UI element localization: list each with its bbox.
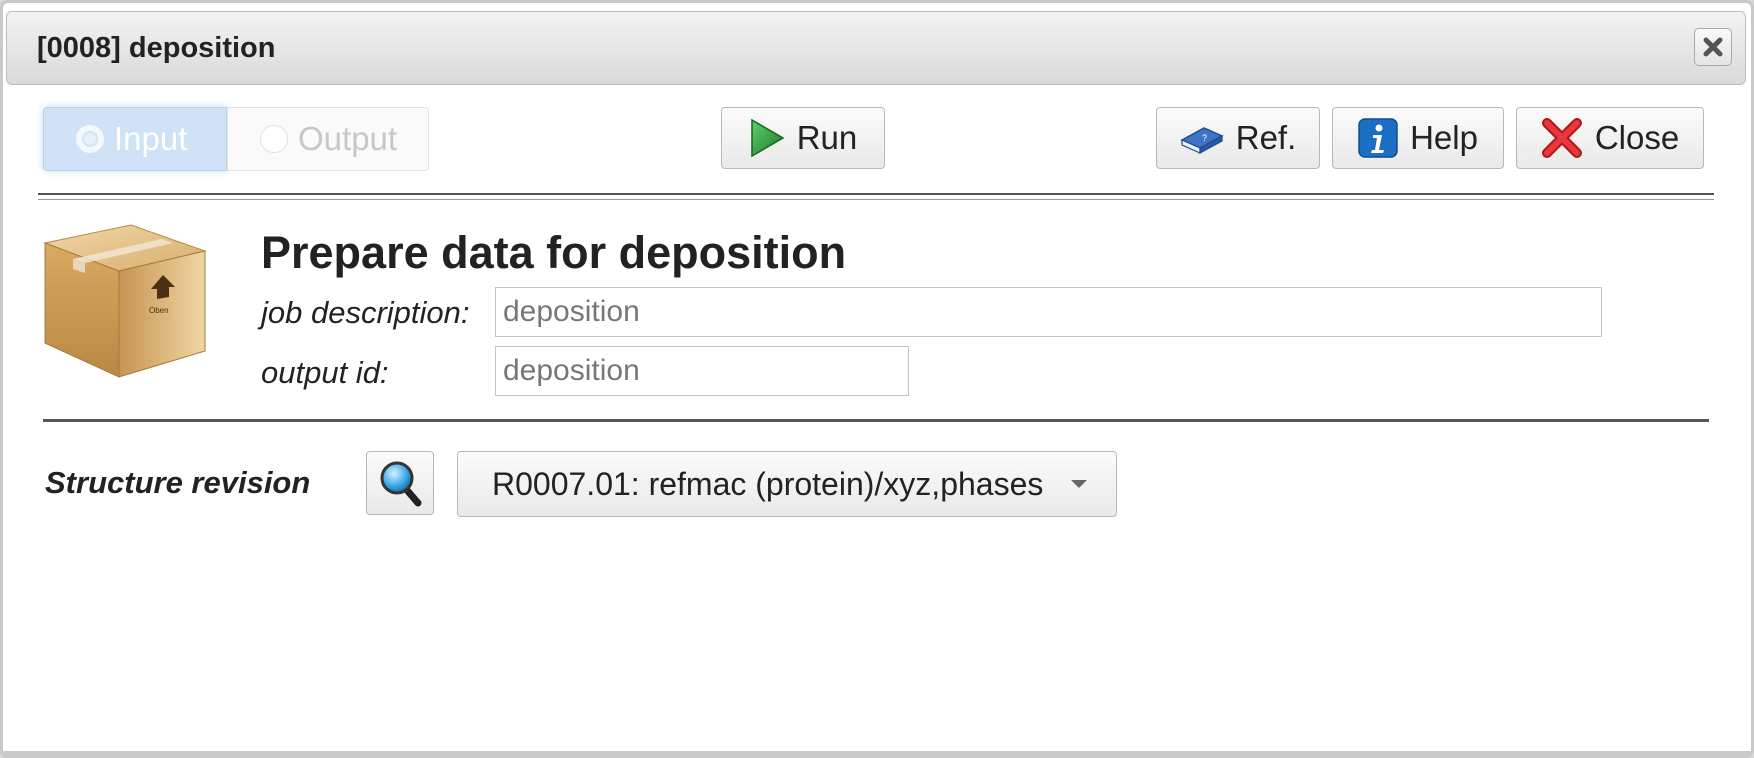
section-divider bbox=[43, 419, 1709, 422]
box-stamp: Oben bbox=[149, 306, 169, 315]
job-dialog: [0008] deposition Input Output Run ? Ref… bbox=[0, 0, 1754, 758]
structure-revision-select[interactable]: R0007.01: refmac (protein)/xyz,phases bbox=[457, 451, 1117, 517]
help-label: Help bbox=[1410, 119, 1478, 156]
info-icon bbox=[1358, 118, 1398, 158]
run-button[interactable]: Run bbox=[721, 107, 885, 169]
tab-input[interactable]: Input bbox=[43, 107, 227, 171]
search-icon bbox=[380, 461, 422, 507]
inspect-button[interactable] bbox=[366, 451, 434, 515]
radio-icon bbox=[76, 125, 104, 153]
ref-button[interactable]: ? Ref. bbox=[1156, 107, 1320, 169]
output-id-input[interactable] bbox=[495, 346, 909, 396]
svg-text:?: ? bbox=[1202, 133, 1207, 143]
job-description-label: job description: bbox=[261, 295, 470, 330]
toolbar-divider bbox=[38, 193, 1714, 200]
page-title: Prepare data for deposition bbox=[261, 227, 847, 278]
job-description-input[interactable] bbox=[495, 287, 1602, 337]
dialog-title: [0008] deposition bbox=[37, 32, 276, 64]
help-button[interactable]: Help bbox=[1332, 107, 1504, 169]
close-x-icon bbox=[1703, 37, 1723, 57]
structure-revision-value: R0007.01: refmac (protein)/xyz,phases bbox=[492, 465, 1044, 502]
dialog-bottom-edge bbox=[3, 751, 1751, 755]
dialog-titlebar[interactable]: [0008] deposition bbox=[6, 11, 1746, 85]
close-button[interactable]: Close bbox=[1516, 107, 1704, 169]
tab-input-label: Input bbox=[114, 120, 188, 157]
run-label: Run bbox=[796, 119, 858, 156]
tab-output[interactable]: Output bbox=[227, 107, 429, 171]
title-close-button[interactable] bbox=[1694, 28, 1732, 66]
radio-icon bbox=[260, 125, 288, 153]
book-icon: ? bbox=[1180, 127, 1224, 155]
package-box-icon: Oben bbox=[43, 221, 209, 383]
tab-output-label: Output bbox=[298, 120, 398, 157]
close-label: Close bbox=[1594, 119, 1680, 156]
run-play-icon bbox=[750, 118, 785, 158]
chevron-down-icon bbox=[1071, 480, 1088, 488]
structure-revision-label: Structure revision bbox=[45, 465, 311, 500]
ref-label: Ref. bbox=[1235, 119, 1297, 156]
red-x-icon bbox=[1541, 118, 1582, 158]
output-id-label: output id: bbox=[261, 355, 389, 390]
input-output-toggle: Input Output bbox=[43, 107, 429, 171]
